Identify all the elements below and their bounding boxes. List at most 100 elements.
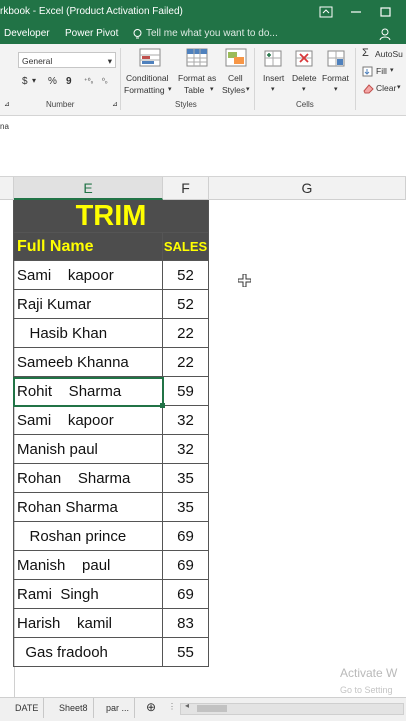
header-sales-cell[interactable]: SALES bbox=[163, 233, 209, 261]
user-icon[interactable] bbox=[378, 27, 392, 41]
header-full-name-cell[interactable]: Full Name bbox=[14, 233, 163, 261]
column-header-g[interactable]: G bbox=[209, 177, 406, 200]
sales-cell[interactable]: 59 bbox=[163, 377, 209, 406]
ribbon-tab-bar: Developer Power Pivot Tell me what you w… bbox=[0, 24, 406, 44]
percent-button[interactable]: % bbox=[48, 76, 57, 87]
name-cell[interactable]: Manish paul bbox=[14, 435, 163, 464]
sales-cell[interactable]: 35 bbox=[163, 464, 209, 493]
tell-me-search[interactable]: Tell me what you want to do... bbox=[146, 24, 278, 44]
conditional-formatting-label-1[interactable]: Conditional bbox=[126, 73, 169, 83]
column-header-e[interactable]: E bbox=[14, 177, 163, 200]
name-cell[interactable]: Sameeb Khanna bbox=[14, 348, 163, 377]
ribbon-display-options-icon[interactable] bbox=[318, 5, 334, 19]
sheet-tab-date[interactable]: DATE bbox=[10, 698, 45, 718]
autosum-button[interactable]: AutoSu bbox=[375, 49, 403, 59]
name-cell[interactable]: Rami Singh bbox=[14, 580, 163, 609]
group-label-styles: Styles bbox=[175, 100, 197, 109]
dialog-launcher-icon[interactable]: ⊿ bbox=[4, 100, 10, 108]
ribbon-separator bbox=[254, 48, 255, 110]
sales-cell[interactable]: 69 bbox=[163, 551, 209, 580]
format-cells-icon bbox=[327, 50, 345, 67]
formula-bar-area: na bbox=[0, 116, 406, 177]
name-cell[interactable]: Hasib Khan bbox=[14, 319, 163, 348]
chevron-down-icon: ▾ bbox=[246, 86, 250, 93]
insert-button[interactable]: Insert bbox=[263, 73, 284, 83]
table-left-border bbox=[13, 200, 14, 667]
sales-cell[interactable]: 22 bbox=[163, 348, 209, 377]
cell-styles-label-2[interactable]: Styles bbox=[222, 85, 245, 95]
name-cell[interactable]: Roshan prince bbox=[14, 522, 163, 551]
conditional-formatting-icon bbox=[139, 48, 161, 67]
chevron-down-icon: ▾ bbox=[271, 86, 275, 93]
name-cell[interactable]: Sami kapoor bbox=[14, 261, 163, 290]
chevron-down-icon: ▾ bbox=[334, 86, 338, 93]
chevron-down-icon: ▾ bbox=[168, 86, 172, 93]
sales-cell[interactable]: 32 bbox=[163, 406, 209, 435]
chevron-down-icon: ▾ bbox=[397, 84, 401, 91]
sales-cell[interactable]: 83 bbox=[163, 609, 209, 638]
sales-cell[interactable]: 35 bbox=[163, 493, 209, 522]
number-format-value: General bbox=[22, 56, 53, 66]
name-cell[interactable]: Rohan Sharma bbox=[14, 464, 163, 493]
more-options-icon[interactable]: ⋮ bbox=[168, 702, 176, 711]
name-cell[interactable]: Rohan Sharma bbox=[14, 493, 163, 522]
name-box[interactable]: na bbox=[0, 122, 9, 131]
group-label-number: Number bbox=[46, 100, 75, 109]
restore-icon[interactable] bbox=[378, 5, 394, 19]
group-label-cells: Cells bbox=[296, 100, 314, 109]
number-format-dropdown[interactable]: General ▾ bbox=[18, 52, 116, 68]
cell-styles-label-1[interactable]: Cell bbox=[228, 73, 243, 83]
sales-cell[interactable]: 52 bbox=[163, 290, 209, 319]
tab-developer[interactable]: Developer bbox=[4, 24, 50, 44]
sheet-tab-sheet8[interactable]: Sheet8 bbox=[54, 698, 94, 718]
autosum-icon: Σ bbox=[362, 47, 369, 59]
format-button[interactable]: Format bbox=[322, 73, 349, 83]
scroll-left-icon[interactable]: ◂ bbox=[185, 701, 189, 710]
add-sheet-icon[interactable]: ⊕ bbox=[146, 700, 156, 714]
fill-handle[interactable] bbox=[160, 403, 165, 408]
format-as-table-label-1[interactable]: Format as bbox=[178, 73, 216, 83]
title-bar: rkbook - Excel (Product Activation Faile… bbox=[0, 0, 406, 24]
name-cell[interactable]: Raji Kumar bbox=[14, 290, 163, 319]
row-header-corner bbox=[0, 177, 14, 200]
sales-cell[interactable]: 52 bbox=[163, 261, 209, 290]
name-cell[interactable]: Manish paul bbox=[14, 551, 163, 580]
delete-cells-icon bbox=[295, 50, 313, 67]
sales-cell[interactable]: 55 bbox=[163, 638, 209, 667]
sales-cell[interactable]: 69 bbox=[163, 580, 209, 609]
clear-button[interactable]: Clear bbox=[376, 83, 396, 93]
minimize-icon[interactable] bbox=[348, 5, 364, 19]
name-cell[interactable]: Harish kamil bbox=[14, 609, 163, 638]
ribbon-separator bbox=[120, 48, 121, 110]
currency-button[interactable]: $ bbox=[22, 76, 28, 87]
sheet-tab-partial[interactable]: par ... bbox=[101, 698, 136, 718]
fill-button[interactable]: Fill bbox=[376, 66, 387, 76]
delete-button[interactable]: Delete bbox=[292, 73, 317, 83]
chevron-down-icon: ▾ bbox=[210, 86, 214, 93]
column-header-f[interactable]: F bbox=[163, 177, 209, 200]
format-as-table-label-2[interactable]: Table bbox=[184, 85, 204, 95]
activate-windows-subtext: Go to Setting bbox=[340, 685, 393, 695]
sales-cell[interactable]: 22 bbox=[163, 319, 209, 348]
conditional-formatting-label-2[interactable]: Formatting bbox=[124, 85, 165, 95]
horizontal-scrollbar[interactable]: ◂ bbox=[180, 701, 404, 715]
fill-icon bbox=[362, 66, 373, 77]
dialog-launcher-icon[interactable]: ⊿ bbox=[112, 100, 118, 108]
window-title: rkbook - Excel (Product Activation Faile… bbox=[0, 6, 183, 17]
table-title-cell[interactable]: TRIM bbox=[14, 200, 209, 233]
cell-styles-icon bbox=[225, 48, 247, 67]
sales-cell[interactable]: 69 bbox=[163, 522, 209, 551]
increase-decimal-button[interactable]: ⁺⁰₀ bbox=[84, 77, 93, 85]
scrollbar-thumb[interactable] bbox=[197, 705, 227, 712]
chevron-down-icon: ▾ bbox=[107, 56, 112, 66]
name-cell[interactable]: Rohit Sharma bbox=[14, 377, 163, 406]
activate-windows-watermark: Activate W bbox=[340, 666, 398, 680]
name-cell[interactable]: Sami kapoor bbox=[14, 406, 163, 435]
eraser-icon bbox=[363, 84, 374, 94]
comma-style-button[interactable]: 9 bbox=[66, 76, 72, 87]
sales-cell[interactable]: 32 bbox=[163, 435, 209, 464]
worksheet-grid[interactable]: TRIM Full Name SALES Sami kapoor 52 Raji K… bbox=[0, 200, 406, 697]
tab-power-pivot[interactable]: Power Pivot bbox=[65, 24, 118, 44]
decrease-decimal-button[interactable]: ⁰₀ bbox=[102, 77, 108, 85]
name-cell[interactable]: Gas fradooh bbox=[14, 638, 163, 667]
